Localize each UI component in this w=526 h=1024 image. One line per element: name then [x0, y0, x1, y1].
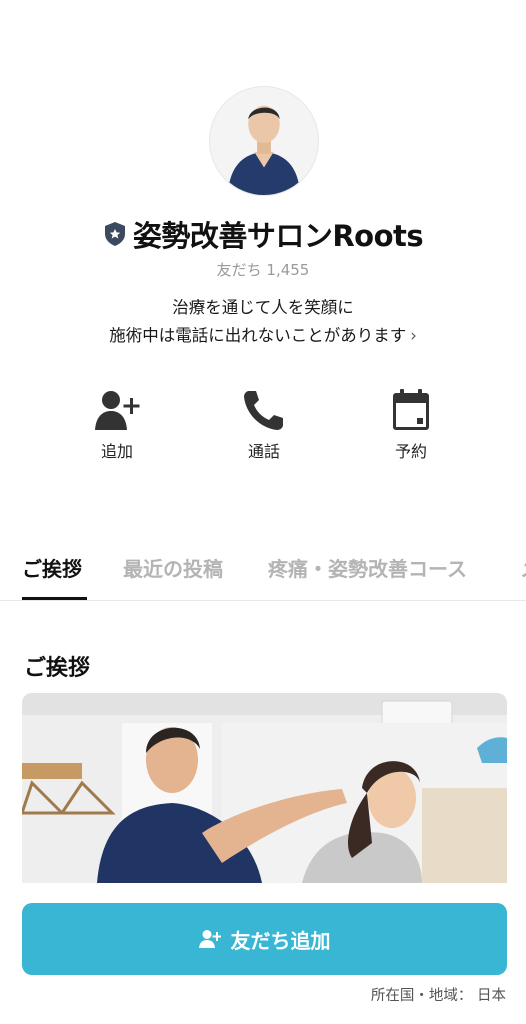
call-label: 通話 [247, 442, 280, 461]
chevron-right-icon: › [410, 326, 417, 345]
account-name: 姿勢改善サロンRoots [132, 219, 424, 253]
tab-course[interactable]: 疼痛・姿勢改善コース [268, 553, 467, 582]
reservation-action[interactable]: 予約 [361, 388, 461, 462]
section-title: ご挨拶 [24, 656, 91, 681]
status-message[interactable]: 治療を通じて人を笑顔に 施術中は電話に出れないことがあります › [0, 294, 526, 350]
tab-recent-posts[interactable]: 最近の投稿 [123, 553, 223, 582]
status-line-1: 治療を通じて人を笑顔に [172, 298, 354, 317]
profile-title-row: 姿勢改善サロンRoots [0, 212, 526, 256]
phone-icon [244, 391, 283, 430]
status-line-2: 施術中は電話に出れないことがあります › [0, 322, 526, 350]
status-line-2-text: 施術中は電話に出れないことがあります [109, 326, 407, 345]
profile-avatar[interactable] [209, 86, 319, 196]
greeting-photo[interactable] [22, 693, 507, 883]
add-friend-button[interactable]: 友だち追加 [22, 903, 507, 975]
region-info: 所在国・地域： 日本 [370, 988, 506, 1004]
calendar-icon [393, 389, 429, 430]
add-friend-action[interactable]: 追加 [67, 388, 167, 462]
add-friend-icon [198, 930, 221, 948]
friends-count: 友だち 1,455 [216, 261, 310, 279]
action-bar: 追加 通話 予約 [0, 388, 526, 468]
avatar-image [210, 87, 318, 195]
reservation-label: 予約 [394, 442, 427, 461]
add-friend-button-label: 友だち追加 [230, 928, 331, 953]
tab-menu[interactable]: メ [520, 553, 526, 582]
tab-greeting[interactable]: ご挨拶 [22, 553, 82, 582]
treatment-photo [22, 693, 507, 883]
add-friend-icon [95, 391, 140, 430]
add-friend-label: 追加 [100, 442, 133, 461]
shield-badge-icon [104, 222, 125, 246]
call-action[interactable]: 通話 [214, 388, 314, 462]
active-tab-indicator [22, 597, 87, 600]
tab-bar: ご挨拶 最近の投稿 疼痛・姿勢改善コース メ [0, 548, 526, 601]
